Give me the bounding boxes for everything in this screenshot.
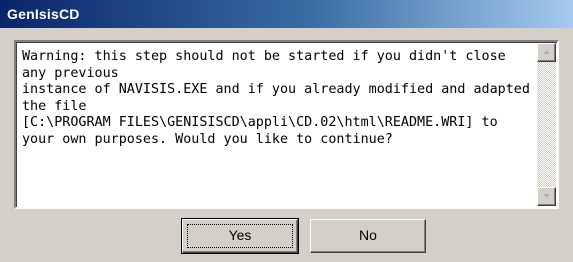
yes-button[interactable]: Yes — [181, 218, 299, 254]
no-button-label: No — [359, 227, 377, 243]
title-bar[interactable]: GenIsisCD — [0, 0, 573, 28]
scroll-up-arrow-icon — [543, 50, 550, 54]
scroll-down-arrow-icon — [543, 194, 550, 198]
message-textarea[interactable]: Warning: this step should not be started… — [14, 40, 559, 209]
vertical-scrollbar[interactable] — [537, 43, 556, 206]
scroll-up-button[interactable] — [537, 43, 556, 62]
warning-message: Warning: this step should not be started… — [22, 49, 530, 147]
window-title: GenIsisCD — [7, 6, 80, 22]
scroll-down-button[interactable] — [537, 187, 556, 206]
yes-button-label: Yes — [228, 227, 252, 243]
no-button[interactable]: No — [310, 219, 426, 253]
